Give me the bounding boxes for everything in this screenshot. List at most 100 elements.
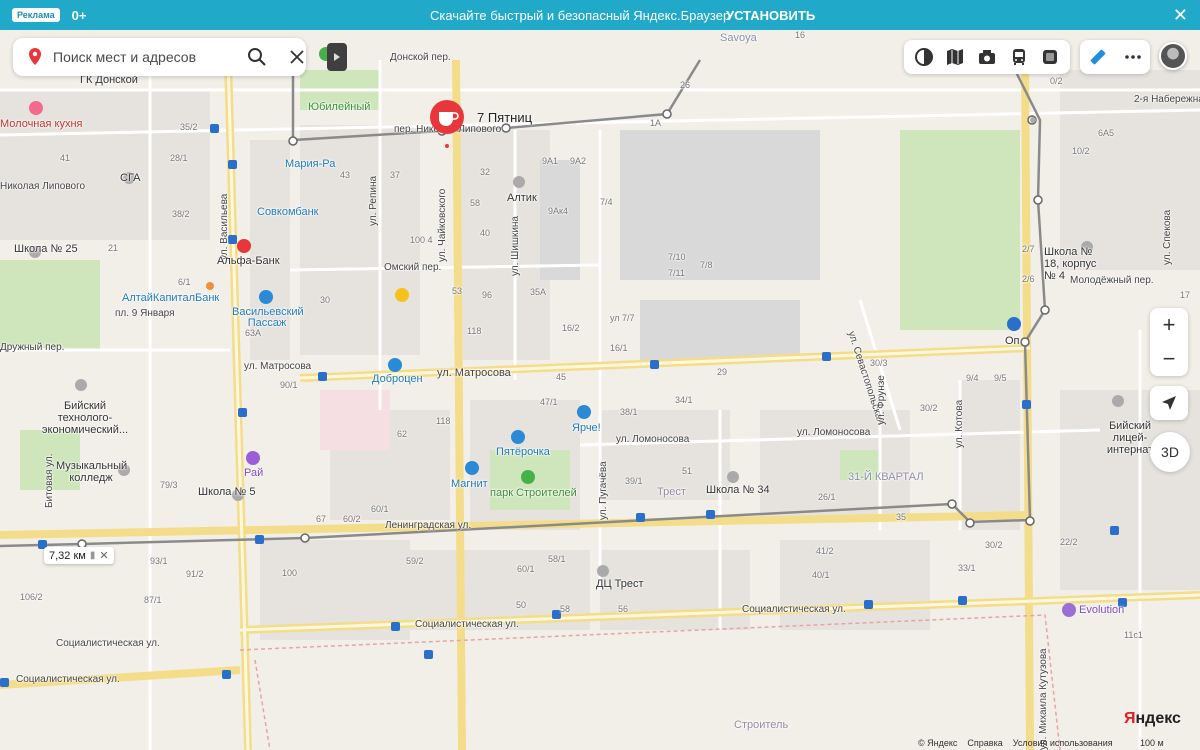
label-yan9: пл. 9 Января — [115, 308, 175, 319]
label-magnit: Магнит — [451, 478, 488, 490]
tools-toolbar — [1080, 40, 1150, 74]
label-shish: ул. Шишкина — [510, 216, 521, 276]
footer-help-link[interactable]: Справка — [967, 738, 1002, 748]
traffic-icon — [1043, 50, 1058, 64]
map-canvas[interactable]: ГК Донской Молочная кухня СГА Николая Ли… — [0, 30, 1200, 750]
label-yubil: Юбилейный — [308, 101, 371, 113]
label-sovkom: Совкомбанк — [257, 206, 319, 218]
label-music: Музыкальный колледж — [56, 460, 128, 484]
footer-copyright[interactable]: © Яндекс — [918, 738, 957, 748]
footer-terms-link[interactable]: Условия использования — [1013, 738, 1113, 748]
logo-letter: Я — [1124, 710, 1136, 727]
label-alfa: Альфа-Банк — [217, 255, 280, 267]
label-kotova: ул. Котова — [954, 399, 965, 448]
zoom-out-button[interactable]: − — [1150, 342, 1188, 376]
label-frunze: ул. Фрунзе — [876, 375, 887, 425]
more-icon — [1124, 55, 1141, 59]
banner-close-icon[interactable]: ✕ — [1173, 5, 1188, 26]
distance-value: 7,32 км — [49, 549, 86, 562]
search-icon[interactable] — [247, 47, 267, 67]
label-tech: Бийский технолого-экономический... — [41, 400, 129, 436]
label-nikolaya: Николая Липового — [0, 181, 86, 192]
label-school34: Школа № 34 — [706, 484, 770, 496]
label-lomonosova2: ул. Ломоносова — [797, 427, 871, 438]
ad-banner[interactable]: Реклама 0+ Скачайте быстрый и безопасный… — [0, 0, 1200, 30]
label-altik: Алтик — [507, 192, 537, 204]
location-pin-icon — [29, 48, 41, 65]
label-kutuz: ул. Михаила Кутузова — [1038, 648, 1049, 750]
label-bitovaya: Битовая ул. — [44, 453, 55, 508]
label-rai: Рай — [244, 467, 264, 479]
label-matrosova-w: ул. Матросова — [244, 361, 312, 372]
label-vasil: ул. Васильева — [219, 193, 230, 260]
app-root: Реклама 0+ Скачайте быстрый и безопасный… — [0, 0, 1200, 750]
close-route-icon[interactable]: ✕ — [99, 549, 108, 562]
camera-icon — [978, 50, 995, 64]
install-button[interactable]: УСТАНОВИТЬ — [726, 8, 815, 23]
panorama-button[interactable] — [944, 46, 966, 68]
label-lomonosova: ул. Ломоносова — [616, 434, 690, 445]
label-pass: Васильевский Пассаж — [232, 306, 304, 329]
label-spekova: ул. Спекова — [1162, 209, 1173, 265]
label-soc3: Социалистическая ул. — [415, 619, 519, 630]
label-soc1: Социалистическая ул. — [56, 638, 160, 649]
bus-icon — [1012, 49, 1025, 65]
label-soc4: Социалистическая ул. — [742, 604, 846, 615]
label-naberezh: 2-я Набережная — [1134, 94, 1200, 105]
user-avatar[interactable] — [1159, 42, 1187, 70]
navigation-arrow-icon — [1162, 396, 1176, 410]
map-footer: © Яндекс Справка Условия использования — [918, 738, 1113, 748]
label-school25: Школа № 25 — [14, 243, 78, 255]
label-savoya: Savoya — [720, 32, 757, 44]
ad-badge: Реклама — [12, 8, 60, 22]
label-soc2: Социалистическая ул. — [16, 674, 120, 685]
yandex-logo[interactable]: Яндекс — [1124, 710, 1181, 728]
geolocation-button[interactable] — [1150, 386, 1188, 420]
route-distance: 7,32 км ▮ ✕ — [44, 547, 114, 564]
ruler-button[interactable] — [1087, 46, 1109, 68]
cafe-marker[interactable] — [428, 100, 466, 148]
close-icon[interactable] — [289, 49, 305, 65]
marker-label[interactable]: 7 Пятниц — [477, 110, 532, 125]
label-molochnaya: Молочная кухня — [0, 118, 83, 130]
label-school5: Школа № 5 — [198, 486, 256, 498]
transport-button[interactable] — [1008, 46, 1030, 68]
label-op: Оп — [1005, 335, 1020, 347]
search-input[interactable] — [53, 46, 233, 68]
map-book-icon — [947, 49, 964, 65]
label-sga: СГА — [120, 172, 141, 184]
label-chaik: ул. Чайковского — [437, 188, 448, 262]
photo-button[interactable] — [976, 46, 998, 68]
age-rating: 0+ — [71, 7, 87, 23]
label-pugach: ул. Пугачёва — [598, 461, 609, 520]
banner-text[interactable]: Скачайте быстрый и безопасный Яндекс.Бра… — [430, 8, 730, 23]
label-altai: АлтайКапиталБанк — [122, 292, 220, 304]
label-stroitel: Строитель — [734, 719, 789, 731]
label-druzh: Дружный пер. — [0, 342, 65, 353]
three-d-button[interactable]: 3D — [1150, 432, 1190, 472]
label-kvartal: 31-Й КВАРТАЛ — [848, 471, 924, 483]
play-icon — [334, 53, 340, 61]
label-matrosova: ул. Матросова — [437, 367, 511, 379]
label-dc: ДЦ Трест — [596, 578, 644, 590]
label-repina: ул. Репина — [368, 175, 379, 226]
search-bar — [13, 38, 306, 76]
label-molodezh: Молодёжный пер. — [1070, 275, 1154, 286]
zoom-control: + − — [1150, 308, 1188, 376]
layers-icon — [914, 48, 933, 66]
label-pyaterochka: Пятёрочка — [496, 446, 550, 458]
layers-button[interactable] — [913, 46, 935, 68]
label-trest: Трест — [657, 486, 686, 498]
layers-toolbar — [904, 40, 1070, 74]
ruler-icon — [1090, 49, 1105, 65]
trash-icon[interactable]: ▮ — [90, 550, 96, 561]
panel-toggle-button[interactable] — [327, 43, 347, 71]
zoom-in-button[interactable]: + — [1150, 308, 1188, 342]
label-mariya: Мария-Ра — [285, 158, 336, 170]
label-yarche: Ярче! — [572, 422, 601, 434]
label-evolution: Evolution — [1079, 604, 1125, 616]
more-button[interactable] — [1122, 46, 1144, 68]
label-park: парк Строителей — [490, 487, 577, 499]
map-scale: 100 м — [1140, 738, 1164, 748]
traffic-button[interactable] — [1039, 46, 1061, 68]
